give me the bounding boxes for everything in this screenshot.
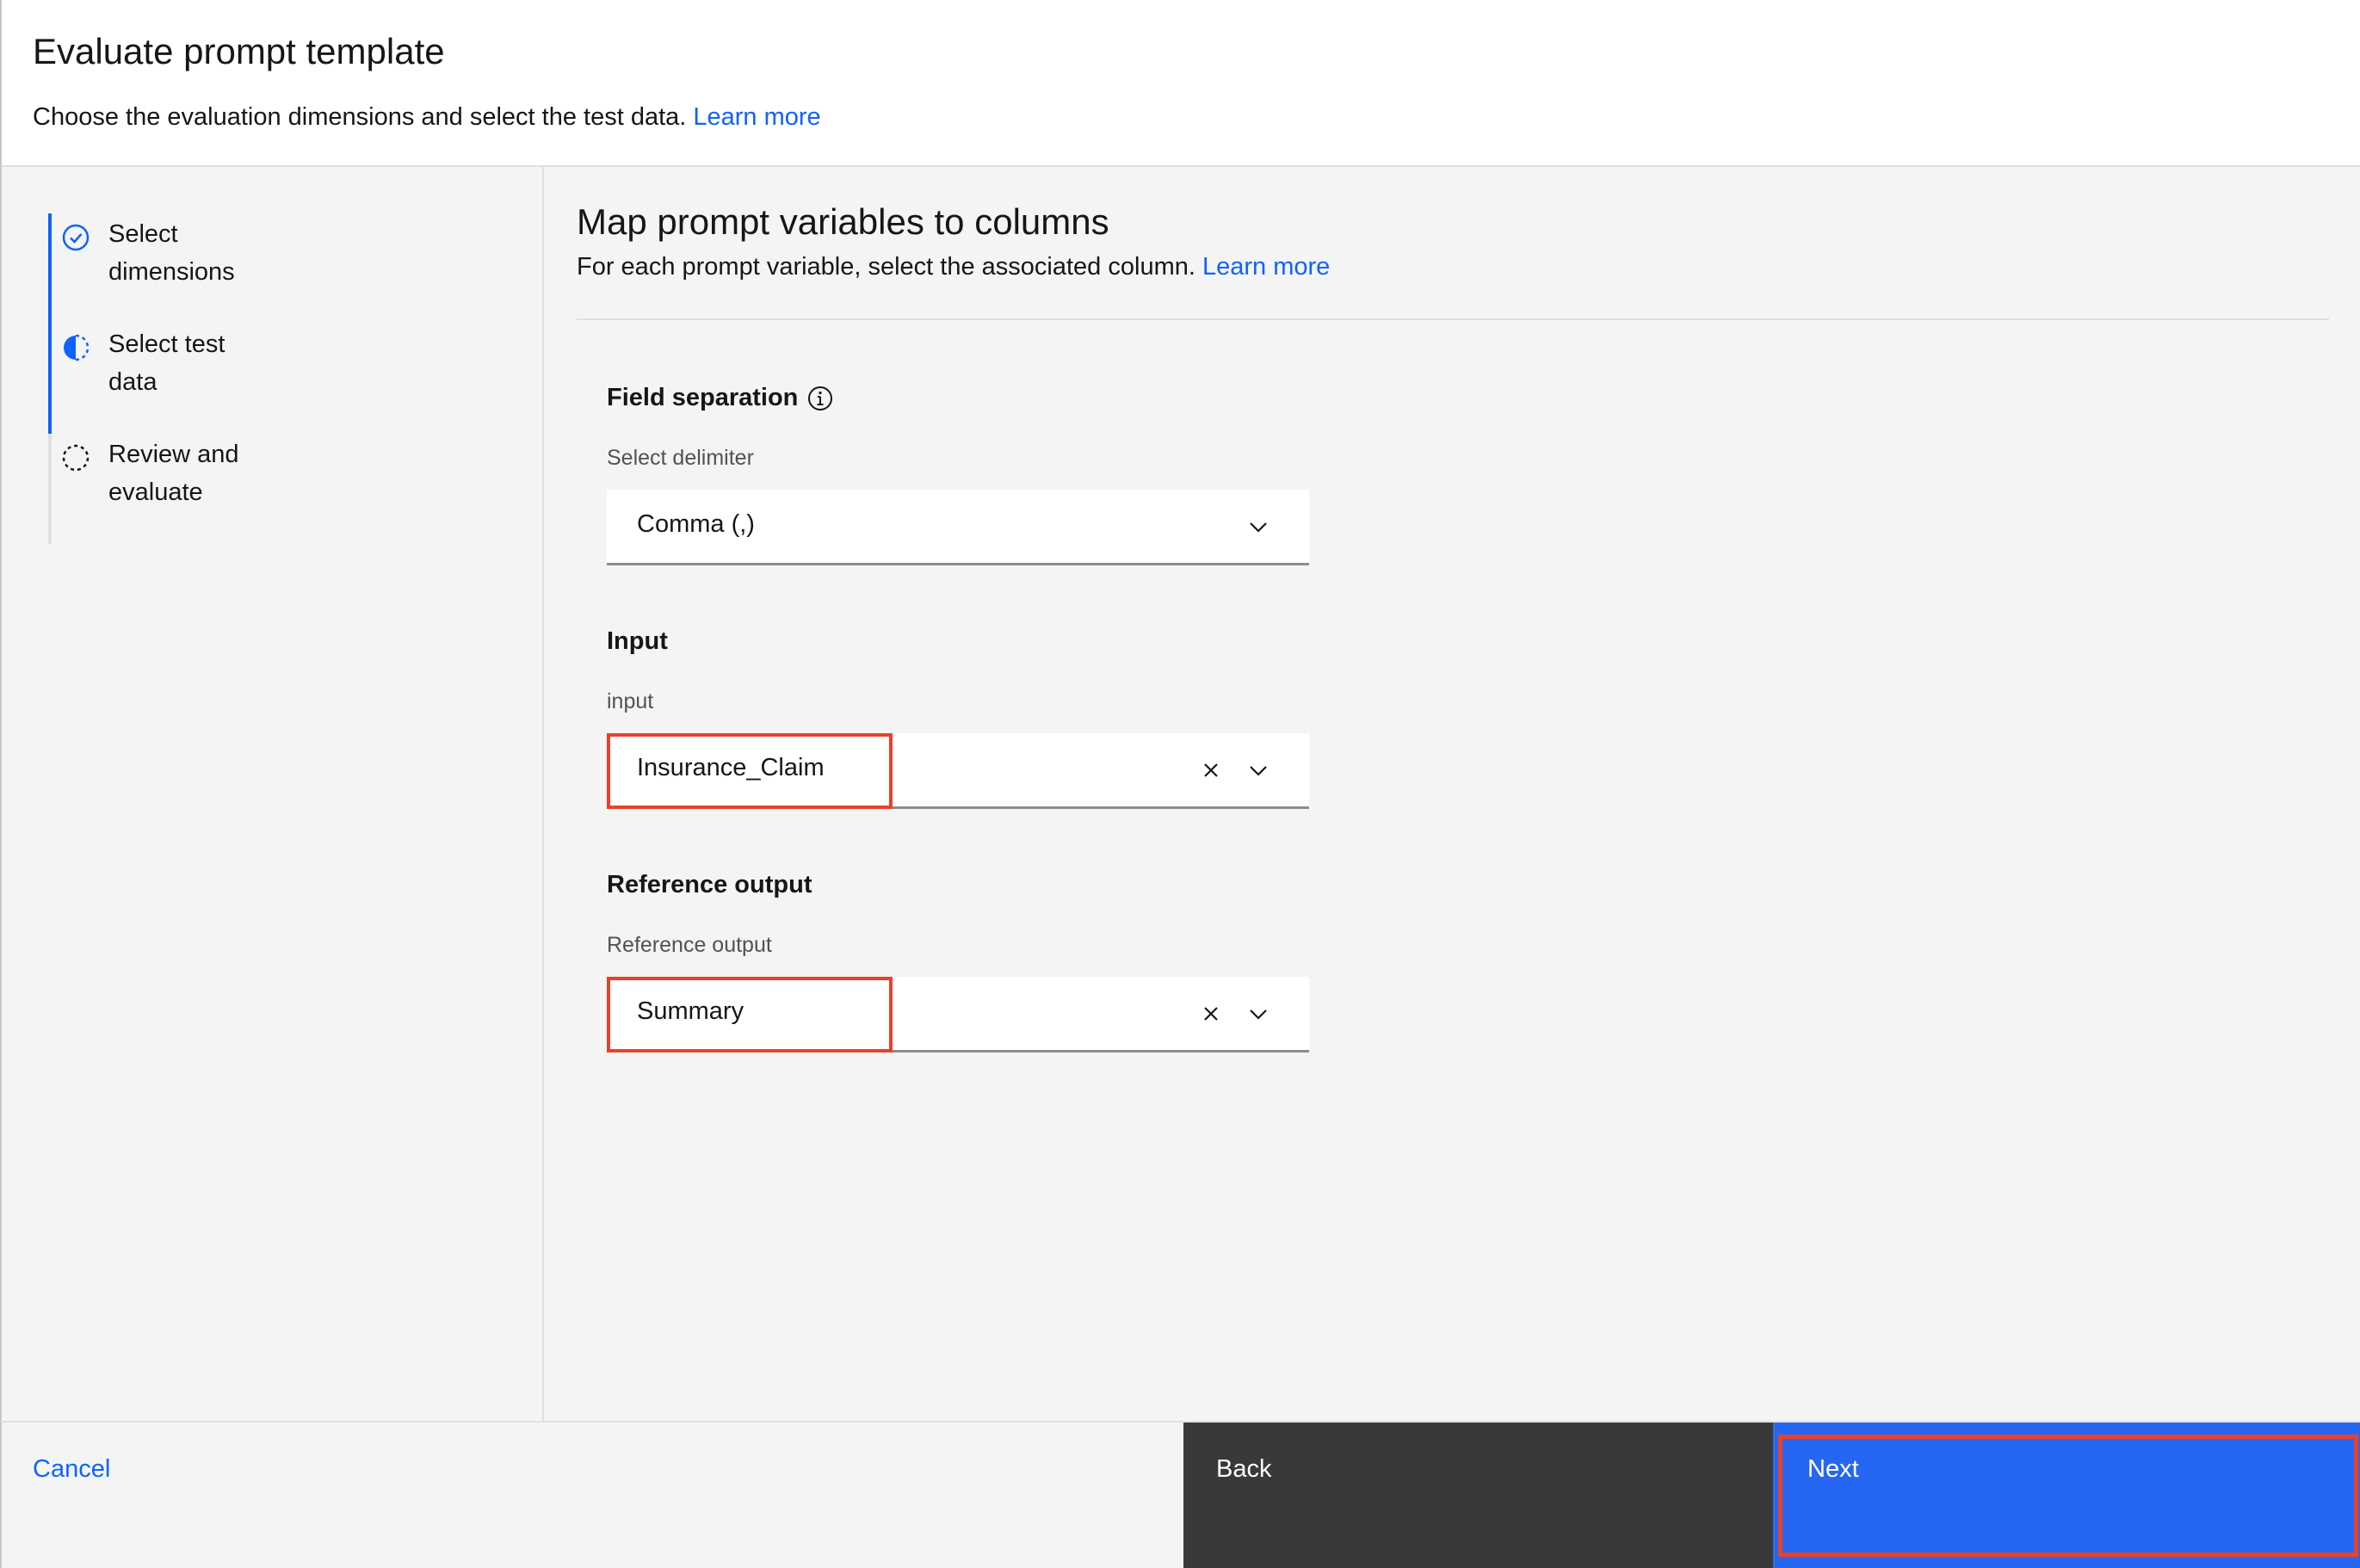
reference-output-variable-label: Reference output bbox=[607, 933, 772, 957]
modal-title: Evaluate prompt template bbox=[33, 31, 445, 71]
input-variable-label: input bbox=[607, 689, 654, 713]
modal-header: Evaluate prompt template Choose the eval… bbox=[0, 0, 2360, 167]
chevron-down-icon[interactable] bbox=[1247, 759, 1270, 781]
step-rail bbox=[48, 213, 52, 324]
reference-output-heading: Reference output bbox=[607, 871, 812, 899]
modal-subtitle: Choose the evaluation dimensions and sel… bbox=[33, 103, 821, 132]
section-title: Map prompt variables to columns bbox=[577, 201, 1109, 242]
header-learn-more-link[interactable]: Learn more bbox=[693, 103, 820, 131]
progress-step-select-dimensions[interactable]: Select dimensions bbox=[48, 213, 392, 324]
section-description-text: For each prompt variable, select the ass… bbox=[577, 253, 1195, 281]
reference-output-heading-text: Reference output bbox=[607, 871, 812, 898]
progress-step-review-and-evaluate[interactable]: Review and evaluate bbox=[48, 434, 392, 544]
modal-subtitle-text: Choose the evaluation dimensions and sel… bbox=[33, 103, 687, 131]
step-label-line: Select test bbox=[108, 330, 225, 358]
dashed-circle-icon bbox=[62, 444, 90, 472]
input-heading: Input bbox=[607, 627, 668, 656]
progress-indicator: Select dimensions Select test data Revie… bbox=[48, 213, 392, 544]
information-icon[interactable] bbox=[806, 385, 834, 412]
reference-output-column-dropdown[interactable]: Summary bbox=[607, 977, 1309, 1053]
step-rail bbox=[48, 324, 52, 434]
next-button-label: Next bbox=[1807, 1455, 1859, 1483]
delimiter-dropdown[interactable]: Comma (,) bbox=[607, 490, 1309, 565]
close-icon[interactable] bbox=[1201, 1003, 1221, 1024]
input-column-selected-value: Insurance_Claim bbox=[637, 754, 825, 781]
field-separation-heading: Field separation bbox=[607, 384, 834, 412]
step-label-line: evaluate bbox=[108, 478, 203, 506]
input-column-dropdown[interactable]: Insurance_Claim bbox=[607, 733, 1309, 809]
step-rail bbox=[48, 434, 52, 544]
step-label: Select test data bbox=[108, 324, 392, 401]
delimiter-label: Select delimiter bbox=[607, 446, 754, 470]
modal-footer: Cancel Back Next bbox=[0, 1421, 2360, 1568]
back-button-label: Back bbox=[1216, 1455, 1272, 1483]
section-description: For each prompt variable, select the ass… bbox=[577, 253, 1330, 281]
chevron-down-icon[interactable] bbox=[1247, 515, 1270, 538]
close-icon[interactable] bbox=[1201, 760, 1221, 781]
input-heading-text: Input bbox=[607, 627, 668, 655]
progress-panel: Select dimensions Select test data Revie… bbox=[0, 167, 544, 1421]
chevron-down-icon[interactable] bbox=[1247, 1003, 1270, 1025]
progress-step-select-test-data[interactable]: Select test data bbox=[48, 324, 392, 434]
step-label: Select dimensions bbox=[108, 213, 392, 291]
reference-output-selected-value: Summary bbox=[637, 997, 744, 1025]
checkmark-circle-icon bbox=[62, 224, 90, 251]
section-divider bbox=[577, 318, 2329, 320]
next-button[interactable]: Next bbox=[1773, 1423, 2360, 1568]
step-label: Review and evaluate bbox=[108, 434, 392, 511]
section-learn-more-link[interactable]: Learn more bbox=[1202, 253, 1330, 281]
main-content: Map prompt variables to columns For each… bbox=[546, 167, 2360, 1421]
step-label-line: Review and bbox=[108, 441, 239, 468]
step-label-line: Select bbox=[108, 220, 178, 248]
back-button[interactable]: Back bbox=[1183, 1423, 1773, 1568]
half-filled-circle-icon bbox=[64, 334, 90, 361]
cancel-button[interactable]: Cancel bbox=[33, 1455, 110, 1484]
annotation-highlight-box bbox=[1778, 1435, 2358, 1557]
delimiter-selected-value: Comma (,) bbox=[637, 510, 755, 538]
step-label-line: dimensions bbox=[108, 258, 235, 286]
field-separation-heading-text: Field separation bbox=[607, 384, 799, 411]
step-label-line: data bbox=[108, 368, 158, 396]
